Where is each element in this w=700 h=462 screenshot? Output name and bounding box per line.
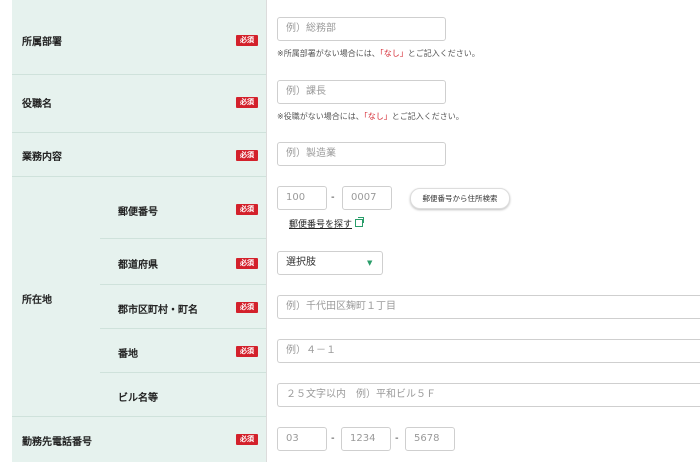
phone-part2-input[interactable]: 1234 [341, 427, 391, 451]
phone-label: 勤務先電話番号 [22, 437, 92, 448]
building-input[interactable]: ２５文字以内 例）平和ビル５Ｆ [277, 383, 700, 407]
block-input[interactable]: 例）４－１ [277, 339, 700, 363]
postal-label: 郵便番号 [118, 207, 158, 218]
block-label: 番地 [118, 349, 138, 360]
left-edge [0, 0, 12, 462]
prefecture-selected-value: 選択肢 [286, 257, 316, 268]
required-badge: 必須 [236, 434, 258, 445]
row-divider [100, 328, 266, 329]
required-badge: 必須 [236, 204, 258, 215]
chevron-down-icon: ▼ [367, 259, 373, 267]
row-divider [12, 176, 266, 177]
city-label: 郡市区町村・町名 [118, 305, 198, 316]
postal-search-button[interactable]: 郵便番号から住所検索 [410, 188, 510, 209]
phone-part3-input[interactable]: 5678 [405, 427, 455, 451]
row-divider [12, 132, 266, 133]
prefecture-label: 都道府県 [118, 260, 158, 271]
row-divider [100, 284, 266, 285]
postal-separator: - [331, 192, 335, 203]
note-text: ※役職がない場合には、 [277, 112, 364, 121]
find-postal-link-text: 郵便番号を探す [289, 220, 353, 230]
row-divider [12, 416, 266, 417]
business-label: 業務内容 [22, 152, 62, 163]
row-divider [100, 372, 266, 373]
required-badge: 必須 [236, 258, 258, 269]
find-postal-code-link[interactable]: 郵便番号を探す [289, 217, 365, 230]
note-highlight: 「なし」 [379, 49, 408, 58]
postal-code-part2-input[interactable]: 0007 [342, 186, 392, 210]
postal-code-part1-input[interactable]: 100 [277, 186, 327, 210]
phone-separator: - [395, 433, 399, 444]
required-badge: 必須 [236, 97, 258, 108]
note-text: とご記入ください。 [407, 49, 480, 58]
phone-separator: - [331, 433, 335, 444]
note-text: ※所属部署がない場合には、 [277, 49, 380, 58]
city-input[interactable]: 例）千代田区麹町１丁目 [277, 295, 700, 319]
department-label: 所属部署 [22, 37, 62, 48]
department-input[interactable]: 例）総務部 [277, 17, 446, 41]
column-divider [266, 0, 267, 462]
required-badge: 必須 [236, 150, 258, 161]
position-input[interactable]: 例）課長 [277, 80, 446, 104]
business-input[interactable]: 例）製造業 [277, 142, 446, 166]
note-text: とご記入ください。 [391, 112, 464, 121]
required-badge: 必須 [236, 302, 258, 313]
note-highlight: 「なし」 [363, 112, 392, 121]
phone-part1-input[interactable]: 03 [277, 427, 327, 451]
external-link-icon [355, 217, 365, 227]
required-badge: 必須 [236, 35, 258, 46]
building-label: ビル名等 [118, 393, 158, 404]
position-label: 役職名 [22, 99, 52, 110]
row-divider [12, 74, 266, 75]
row-divider [100, 238, 266, 239]
department-note: ※所属部署がない場合には、「なし」とご記入ください。 [277, 48, 480, 59]
position-note: ※役職がない場合には、「なし」とご記入ください。 [277, 111, 464, 122]
address-label: 所在地 [22, 295, 52, 306]
required-badge: 必須 [236, 346, 258, 357]
